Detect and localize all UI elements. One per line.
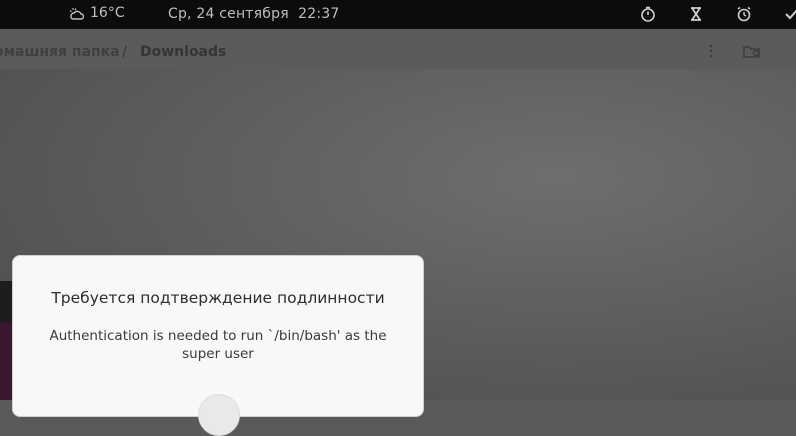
new-folder-icon[interactable] — [742, 43, 762, 59]
dialog-message: Authentication is needed to run `/bin/ba… — [49, 328, 387, 362]
breadcrumb-separator: / — [122, 44, 128, 60]
partly-cloudy-icon — [69, 8, 84, 20]
breadcrumb-current[interactable]: Downloads — [140, 44, 226, 60]
header-bar: омашняя папка / Downloads — [0, 29, 796, 69]
weather-temperature: 16°C — [90, 5, 125, 21]
background-window-panel — [0, 323, 14, 400]
timer-icon[interactable] — [640, 6, 656, 22]
breadcrumb-home[interactable]: омашняя папка — [0, 44, 120, 60]
background-window-edge — [0, 281, 14, 400]
weather-indicator[interactable]: 16°C — [68, 5, 125, 21]
check-icon[interactable] — [784, 6, 796, 22]
dialog-title: Требуется подтверждение подлинности — [51, 289, 385, 307]
user-avatar — [198, 394, 240, 436]
alarm-clock-icon[interactable] — [736, 6, 752, 22]
authentication-dialog: Требуется подтверждение подлинности Auth… — [13, 256, 423, 436]
date-time-clock[interactable]: Ср, 24 сентября 22:37 — [168, 6, 339, 22]
kebab-menu-icon[interactable] — [705, 43, 717, 59]
hourglass-icon[interactable] — [688, 6, 704, 22]
top-bar: 16°C Ср, 24 сентября 22:37 — [0, 0, 796, 29]
